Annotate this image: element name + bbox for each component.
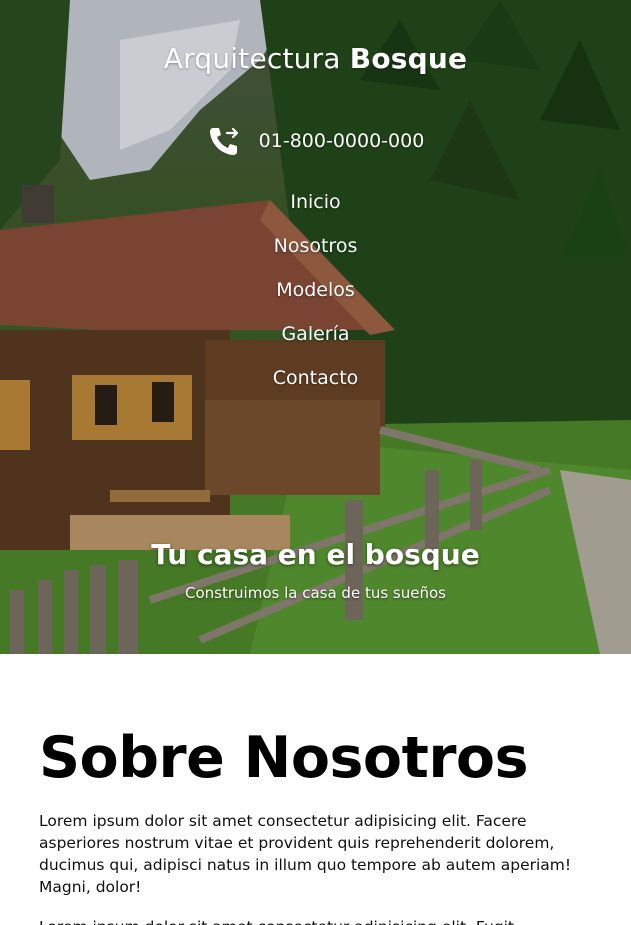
about-paragraph-2: Lorem ipsum dolor sit amet consectetur a… — [39, 916, 592, 925]
phone-contact[interactable]: 01-800-0000-000 — [0, 124, 631, 158]
phone-number: 01-800-0000-000 — [258, 130, 425, 152]
nav-item-modelos[interactable]: Modelos — [276, 268, 355, 312]
hero-title: Tu casa en el bosque — [151, 538, 480, 571]
brand-light-text: Arquitectura — [163, 42, 341, 75]
hero-content: Arquitectura Bosque 01-800-0000-000 Inic… — [0, 0, 631, 654]
hero-subtitle: Construimos la casa de tus sueños — [185, 584, 446, 602]
brand-bold-text: Bosque — [349, 42, 468, 75]
main-navigation: Inicio Nosotros Modelos Galería Contacto — [0, 180, 631, 400]
about-section: Sobre Nosotros Lorem ipsum dolor sit ame… — [0, 654, 631, 925]
about-paragraph-1: Lorem ipsum dolor sit amet consectetur a… — [39, 812, 572, 896]
about-heading: Sobre Nosotros — [39, 725, 529, 791]
nav-item-galeria[interactable]: Galería — [281, 312, 349, 356]
nav-item-inicio[interactable]: Inicio — [290, 180, 340, 224]
phone-forward-icon — [207, 124, 241, 158]
nav-item-nosotros[interactable]: Nosotros — [274, 224, 358, 268]
hero-section: Arquitectura Bosque 01-800-0000-000 Inic… — [0, 0, 631, 654]
nav-item-contacto[interactable]: Contacto — [273, 356, 359, 400]
site-logo[interactable]: Arquitectura Bosque — [0, 42, 631, 75]
